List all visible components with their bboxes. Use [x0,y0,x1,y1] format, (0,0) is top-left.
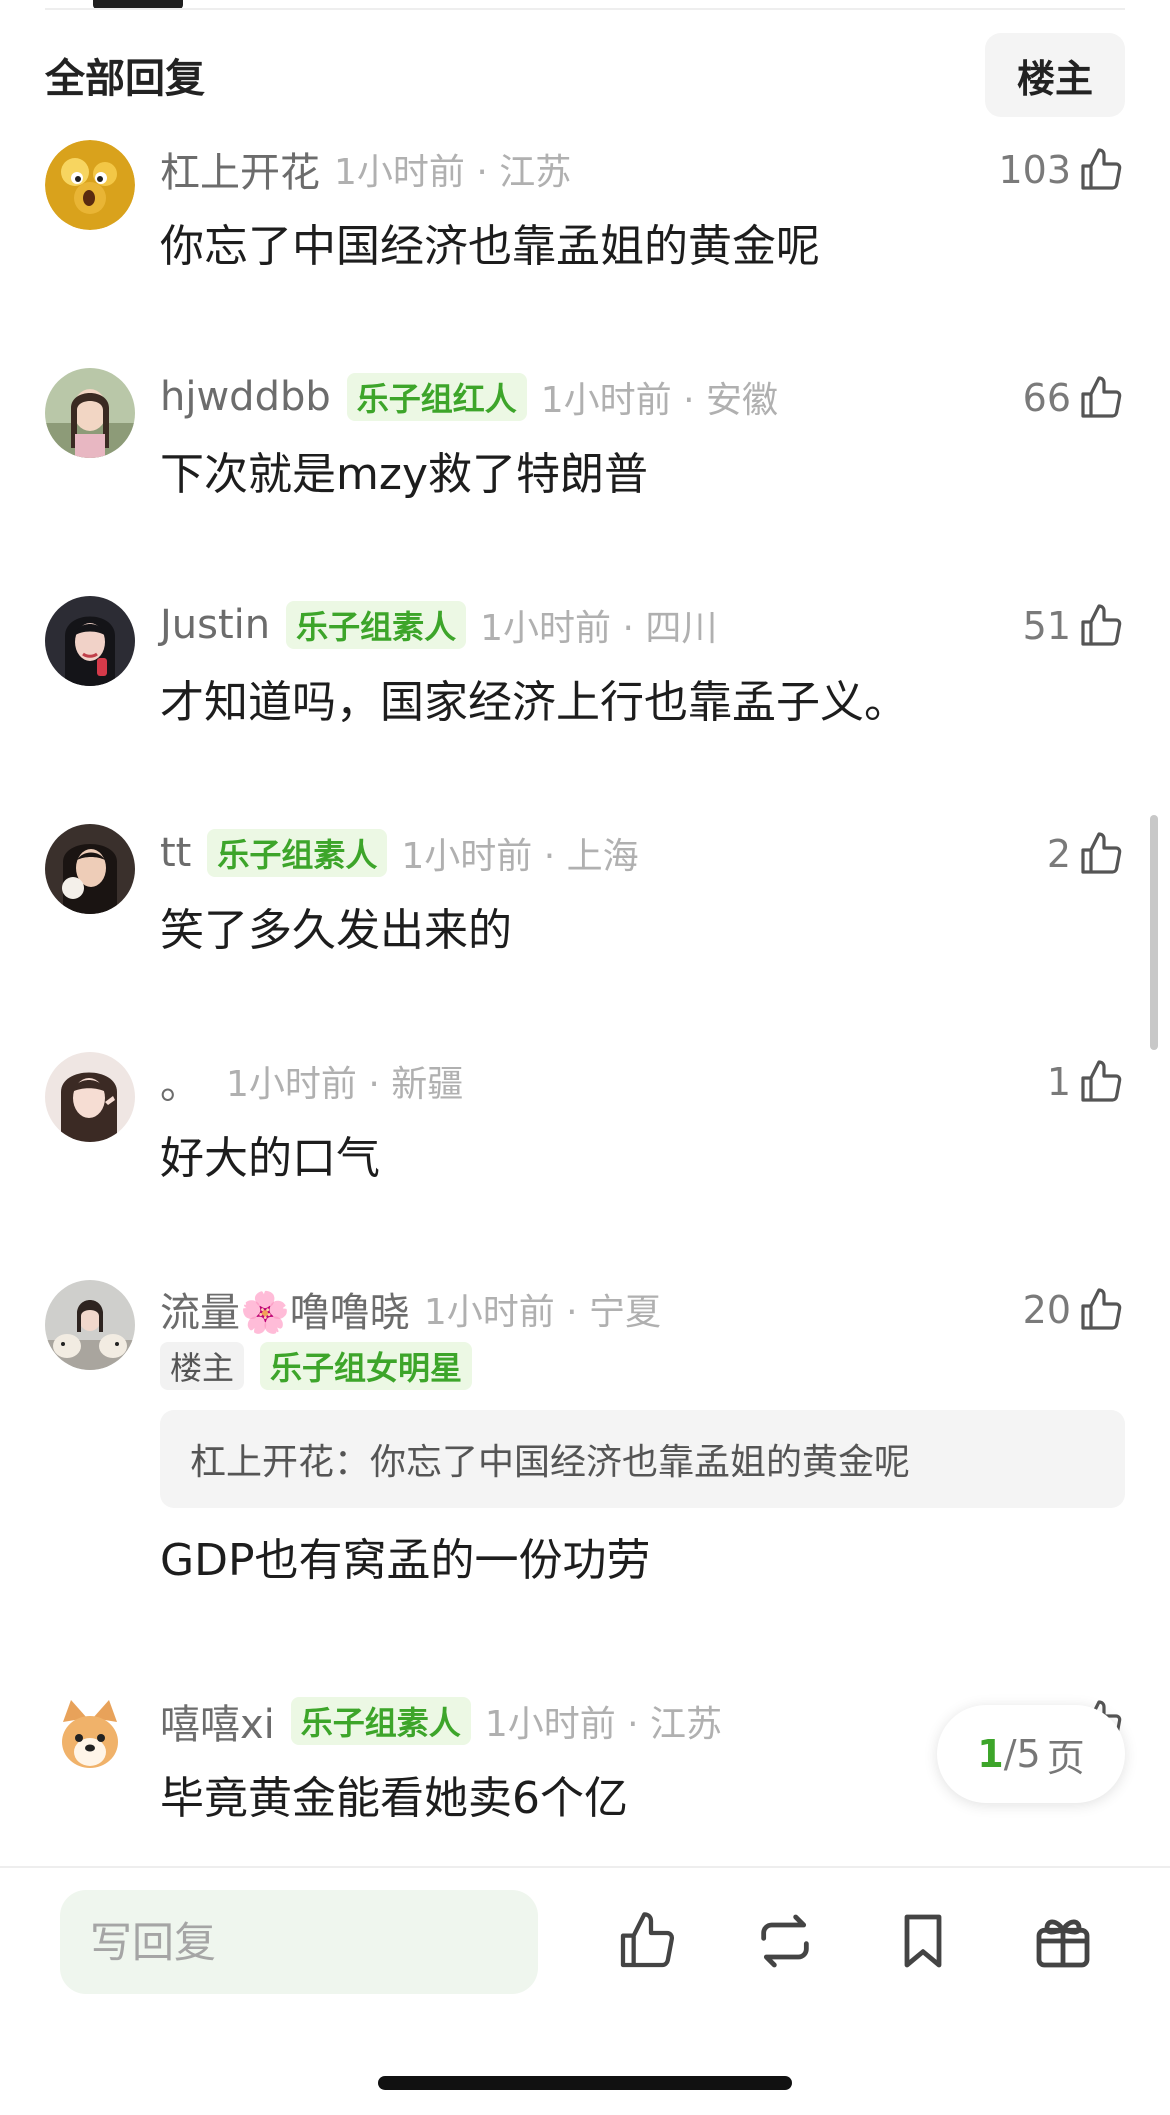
replies-header: 全部回复 楼主 [45,32,1125,118]
like-count: 1 [1046,1060,1071,1104]
comment-time-location: 1小时前 · 江苏 [334,152,572,193]
user-avatar[interactable] [45,140,135,230]
comment-time-location: 1小时前 · 新疆 [226,1064,464,1105]
quoted-reply[interactable]: 杠上开花：你忘了中国经济也靠孟姐的黄金呢 [160,1410,1125,1508]
username[interactable]: tt [160,830,191,876]
like-button[interactable]: 2 [1047,828,1125,880]
thumb-up-icon [1081,1060,1122,1102]
gift-icon[interactable] [1028,1906,1098,1976]
repost-icon[interactable] [750,1906,820,1976]
user-avatar[interactable] [45,824,135,914]
comment-text: GDP也有窝孟的一份功劳 [160,1535,651,1586]
page-indicator-button[interactable]: 1/5 页 [937,1705,1125,1803]
user-badge: 乐子组素人 [286,601,467,649]
like-count: 20 [1022,1288,1071,1332]
like-button[interactable]: 103 [998,144,1125,196]
like-button[interactable]: 66 [1023,372,1125,424]
thumb-up-icon [1081,148,1122,190]
top-divider [45,8,1125,10]
username[interactable]: hjwddbb [160,374,331,420]
thumb-up-icon [1081,832,1122,874]
owner-badge: 楼主 [160,1342,245,1390]
reply-input[interactable] [60,1890,538,1994]
all-replies-title: 全部回复 [45,56,205,102]
like-button[interactable]: 1 [1047,1056,1125,1108]
username[interactable]: 杠上开花 [160,140,320,198]
username[interactable]: 。 [160,1052,200,1110]
owner-only-filter-button[interactable]: 楼主 [985,33,1125,117]
username[interactable]: Justin [160,602,270,648]
comment-time-location: 1小时前 · 上海 [401,836,639,877]
like-count: 66 [1022,376,1071,420]
user-badge: 乐子组素人 [207,829,388,877]
user-badge: 乐子组素人 [290,1697,471,1745]
like-count: 51 [1022,604,1071,648]
home-indicator [378,2076,792,2090]
scrollbar[interactable] [1150,815,1158,1050]
comment-text: 才知道吗，国家经济上行也靠孟子义。 [160,677,908,728]
comment-time-location: 1小时前 · 江苏 [484,1704,723,1745]
like-count: 103 [998,148,1071,192]
comment-time-location: 1小时前 · 四川 [480,608,718,649]
comment-text: 下次就是mzy救了特朗普 [160,449,648,500]
page-unit: 页 [1046,1735,1085,1780]
thumb-up-icon [1081,604,1122,646]
bookmark-icon[interactable] [888,1906,958,1976]
like-count: 2 [1046,832,1071,876]
user-avatar[interactable] [45,1692,135,1782]
user-avatar[interactable] [45,1280,135,1370]
user-avatar[interactable] [45,368,135,458]
username[interactable]: 嘻嘻xi [160,1692,275,1750]
comment-text: 好大的口气 [160,1133,380,1184]
thumb-up-icon [1081,376,1122,418]
like-button[interactable]: 51 [1023,600,1125,652]
bottom-action-bar [0,1866,1170,2115]
thumb-up-icon [1081,1288,1122,1330]
thumb-up-icon[interactable] [612,1906,682,1976]
total-pages: /5 [1003,1732,1041,1776]
like-button[interactable]: 20 [1023,1284,1125,1336]
user-avatar[interactable] [45,596,135,686]
user-avatar[interactable] [45,1052,135,1142]
comment-time-location: 1小时前 · 安徽 [540,380,779,421]
username[interactable]: 流量🌸噜噜晓 [160,1280,410,1338]
comment-text: 笑了多久发出来的 [160,905,512,956]
current-page: 1 [977,1732,1004,1776]
badge-row: 楼主 乐子组女明星 [160,1340,1125,1392]
user-badge: 乐子组女明星 [260,1342,473,1390]
user-badge: 乐子组红人 [346,373,527,421]
comment-time-location: 1小时前 · 宁夏 [423,1292,662,1333]
comment-text: 你忘了中国经济也靠孟姐的黄金呢 [160,221,820,272]
